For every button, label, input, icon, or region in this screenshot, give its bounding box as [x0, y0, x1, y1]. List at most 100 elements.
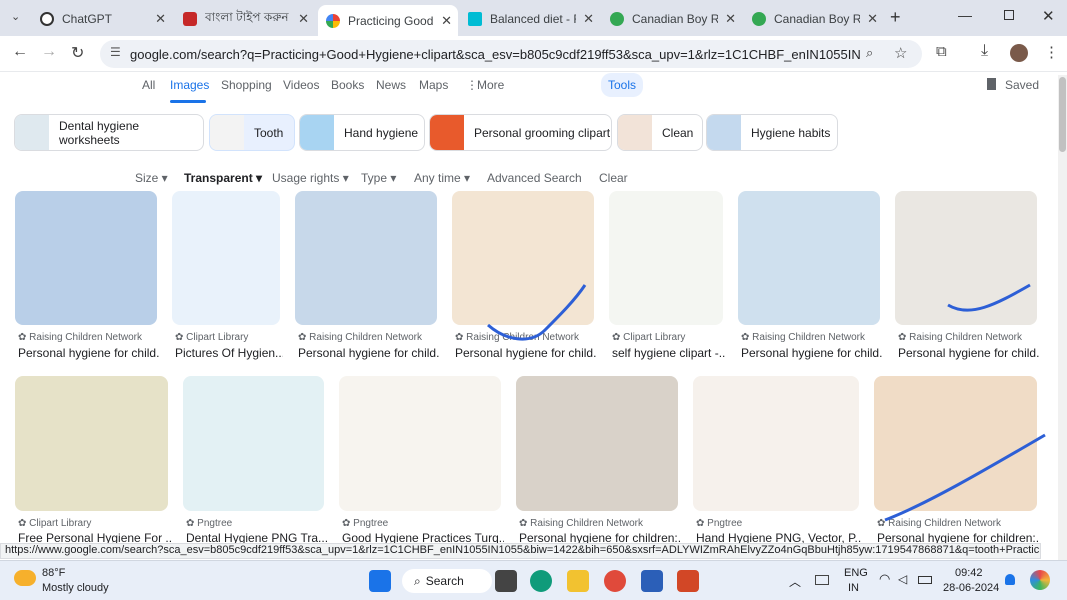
- result-title[interactable]: Pictures Of Hygien...: [175, 346, 283, 360]
- result-image[interactable]: [895, 191, 1037, 325]
- result-image[interactable]: [15, 191, 157, 325]
- tab-practicing-good-hygiene[interactable]: Practicing Good Hygiene ✕: [318, 5, 458, 36]
- forward-icon[interactable]: →: [41, 43, 57, 61]
- weather-desc[interactable]: Mostly cloudy: [42, 582, 109, 594]
- result-title[interactable]: Personal hygiene for child...: [455, 346, 597, 360]
- result-image[interactable]: [693, 376, 859, 511]
- clock-date[interactable]: 28-06-2024: [943, 582, 999, 594]
- close-icon[interactable]: ✕: [583, 11, 594, 27]
- tab-bangla[interactable]: বাংলা টাইপ করুন | বাংলা ✕: [175, 5, 315, 32]
- lang-in[interactable]: IN: [848, 582, 859, 594]
- result-image[interactable]: [183, 376, 324, 511]
- clock-time[interactable]: 09:42: [955, 567, 983, 579]
- close-icon[interactable]: ✕: [155, 11, 166, 27]
- chip-hygiene-habits[interactable]: Hygiene habits: [706, 114, 838, 151]
- result-title[interactable]: Personal hygiene for child...: [18, 346, 160, 360]
- avatar[interactable]: [1010, 44, 1028, 62]
- result-title[interactable]: Personal hygiene for child...: [298, 346, 440, 360]
- scrollbar-thumb[interactable]: [1059, 77, 1066, 152]
- result-image[interactable]: [339, 376, 501, 511]
- battery-icon[interactable]: [918, 576, 932, 584]
- saved-link[interactable]: Saved: [1005, 78, 1039, 92]
- volume-icon[interactable]: ◁: [898, 572, 907, 586]
- result-title[interactable]: Personal hygiene for child...: [741, 346, 883, 360]
- chip-hand-hygiene[interactable]: Hand hygiene: [299, 114, 425, 151]
- keyboard-icon[interactable]: [815, 575, 829, 585]
- search-label: Search: [425, 574, 464, 588]
- close-icon[interactable]: ✕: [298, 11, 309, 27]
- result-source: ✿ Raising Children Network: [18, 332, 142, 343]
- chip-dental-hygiene-worksheets[interactable]: Dental hygiene worksheets: [14, 114, 204, 151]
- search-icon[interactable]: ⌕: [866, 45, 873, 61]
- weather-icon[interactable]: [14, 570, 36, 586]
- new-tab-icon[interactable]: +: [890, 7, 901, 28]
- result-title[interactable]: self hygiene clipart -...: [612, 346, 726, 360]
- extensions-icon[interactable]: ⧉: [936, 43, 947, 60]
- nav-videos[interactable]: Videos: [283, 78, 319, 92]
- result-image[interactable]: [452, 191, 594, 325]
- copilot-icon[interactable]: [1030, 570, 1050, 590]
- result-image[interactable]: [15, 376, 168, 511]
- tab-balanced-diet[interactable]: Balanced diet - Free ✕: [460, 5, 600, 32]
- task-view-icon[interactable]: [495, 570, 517, 592]
- restore-icon[interactable]: [1004, 10, 1014, 20]
- nav-news[interactable]: News: [376, 78, 406, 92]
- reload-icon[interactable]: ↻: [71, 43, 84, 63]
- notification-icon[interactable]: [1005, 574, 1015, 585]
- result-image[interactable]: [172, 191, 280, 325]
- scrollbar[interactable]: [1058, 75, 1067, 560]
- close-icon[interactable]: ✕: [867, 11, 878, 27]
- close-icon[interactable]: ✕: [725, 11, 736, 27]
- chip-clean[interactable]: Clean: [617, 114, 703, 151]
- download-icon[interactable]: ⤓: [981, 42, 988, 60]
- back-icon[interactable]: ←: [12, 43, 28, 61]
- filter-label: Size: [135, 171, 159, 185]
- wifi-icon[interactable]: ◠: [879, 571, 890, 587]
- minimize-icon[interactable]: —: [958, 7, 972, 23]
- chip-tooth[interactable]: Tooth: [209, 114, 295, 151]
- tab-canadian-boy-2[interactable]: Canadian Boy Reads ✕: [744, 5, 884, 32]
- start-icon[interactable]: [369, 570, 391, 592]
- tab-search-icon[interactable]: ⌄: [11, 10, 20, 23]
- advanced-search-link[interactable]: Advanced Search: [487, 171, 582, 185]
- site-info-icon[interactable]: ☰: [110, 45, 121, 59]
- menu-icon[interactable]: ⋮: [1044, 43, 1059, 61]
- nav-all[interactable]: All: [142, 78, 155, 92]
- nav-maps[interactable]: Maps: [419, 78, 448, 92]
- taskbar-search[interactable]: ⌕ Search: [402, 569, 492, 593]
- edge-icon[interactable]: [530, 570, 552, 592]
- tab-canadian-boy-1[interactable]: Canadian Boy Reads ✕: [602, 5, 742, 32]
- result-image[interactable]: [609, 191, 723, 325]
- chip-personal-grooming-clipart[interactable]: Personal grooming clipart: [429, 114, 612, 151]
- star-icon[interactable]: ☆: [894, 44, 907, 62]
- google-icon: [326, 13, 340, 28]
- close-icon[interactable]: ✕: [441, 13, 452, 29]
- file-explorer-icon[interactable]: [567, 570, 589, 592]
- weather-temp[interactable]: 88°F: [42, 567, 65, 579]
- clear-link[interactable]: Clear: [599, 171, 628, 185]
- filter-transparent[interactable]: Transparent ▾: [184, 171, 262, 185]
- powerpoint-icon[interactable]: [677, 570, 699, 592]
- tools-button[interactable]: Tools: [601, 73, 644, 97]
- nav-images[interactable]: Images: [170, 78, 209, 92]
- tab-chatgpt[interactable]: ChatGPT ✕: [32, 5, 172, 32]
- nav-shopping[interactable]: Shopping: [221, 78, 272, 92]
- nav-more[interactable]: More: [477, 78, 504, 92]
- address-bar[interactable]: ☰ google.com/search?q=Practicing+Good+Hy…: [100, 40, 922, 68]
- result-title[interactable]: Personal hygiene for child...: [898, 346, 1040, 360]
- filter-type[interactable]: Type ▾: [361, 171, 396, 185]
- chevron-up-icon[interactable]: ︿: [789, 573, 801, 590]
- close-window-icon[interactable]: ✕: [1042, 7, 1055, 25]
- lang-eng[interactable]: ENG: [844, 567, 868, 579]
- result-image[interactable]: [295, 191, 437, 325]
- chrome-icon[interactable]: [604, 570, 626, 592]
- filter-usage-rights[interactable]: Usage rights ▾: [272, 171, 349, 185]
- store-icon[interactable]: [641, 570, 663, 592]
- result-image[interactable]: [874, 376, 1037, 511]
- nav-books[interactable]: Books: [331, 78, 364, 92]
- filter-time[interactable]: Any time ▾: [414, 171, 470, 185]
- result-image[interactable]: [738, 191, 880, 325]
- result-source: ✿ Raising Children Network: [898, 332, 1022, 343]
- filter-size[interactable]: Size ▾: [135, 171, 168, 185]
- result-image[interactable]: [516, 376, 678, 511]
